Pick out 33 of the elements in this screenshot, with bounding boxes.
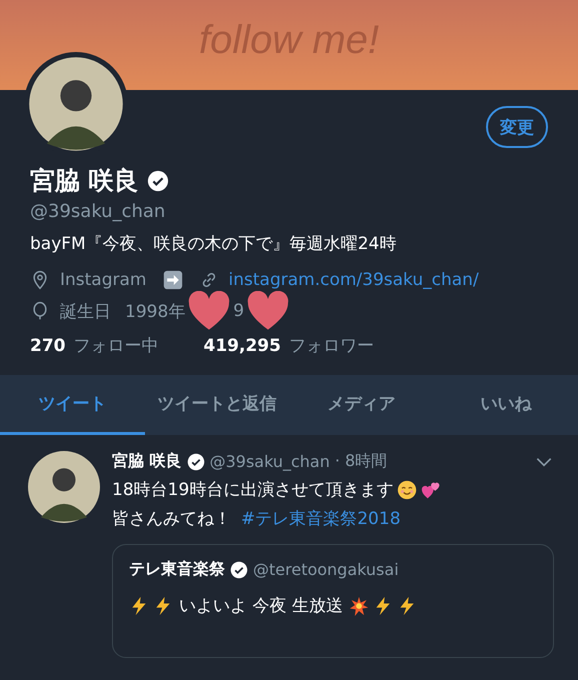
author-name: 宮脇 咲良 xyxy=(112,451,182,472)
birthday-text: 1998年 xyxy=(125,300,186,322)
heart-icon xyxy=(187,291,232,331)
edit-button[interactable]: 変更 xyxy=(486,106,548,148)
location-text: Instagram xyxy=(60,270,146,290)
author-handle: @39saku_chan xyxy=(210,452,330,471)
tweet-text: 18時台19時台に出演させて頂きます xyxy=(112,479,394,501)
stat-label[interactable]: フォロワー xyxy=(288,334,374,357)
hearts-icon xyxy=(421,480,442,500)
profile-tab[interactable]: ツイート xyxy=(0,375,144,435)
quoted-author-name: テレ東音楽祭 xyxy=(129,559,225,580)
website-link[interactable]: instagram.com/39saku_chan/ xyxy=(228,270,479,290)
smiling-face-icon xyxy=(397,480,418,500)
heart-icon xyxy=(246,291,290,331)
profile-bio: bayFM『今夜、咲良の木の下で』毎週水曜24時 xyxy=(30,233,398,255)
explosion-icon xyxy=(348,596,369,616)
stat-label[interactable]: フォロー中 xyxy=(74,334,158,357)
avatar xyxy=(28,451,100,523)
quoted-author-handle: @teretoongakusai xyxy=(253,560,399,579)
birthday-text: 9 xyxy=(233,301,244,321)
stat-count[interactable]: 419,295 xyxy=(204,336,281,356)
tweet-time: · 8時間 xyxy=(334,451,388,472)
hashtag-link[interactable]: #テレ東音楽祭2018 xyxy=(241,507,401,530)
quoted-tweet-text: いよいよ 今夜 生放送 xyxy=(179,595,343,617)
profile-tab[interactable]: ツイートと返信 xyxy=(144,375,289,435)
profile-name: 宮脇 咲良 xyxy=(30,165,139,197)
profile-tab[interactable]: いいね xyxy=(434,375,578,435)
profile-tab[interactable]: メディア xyxy=(289,375,434,435)
quoted-tweet[interactable]: テレ東音楽祭 @teretoongakusai いよいよ 今夜 生放送 xyxy=(112,544,554,658)
tweet-text: 皆さんみてね！ xyxy=(112,508,231,530)
profile-handle: @39saku_chan xyxy=(30,201,166,222)
stat-count[interactable]: 270 xyxy=(30,336,66,356)
birthday-label: 誕生日 xyxy=(60,300,111,322)
